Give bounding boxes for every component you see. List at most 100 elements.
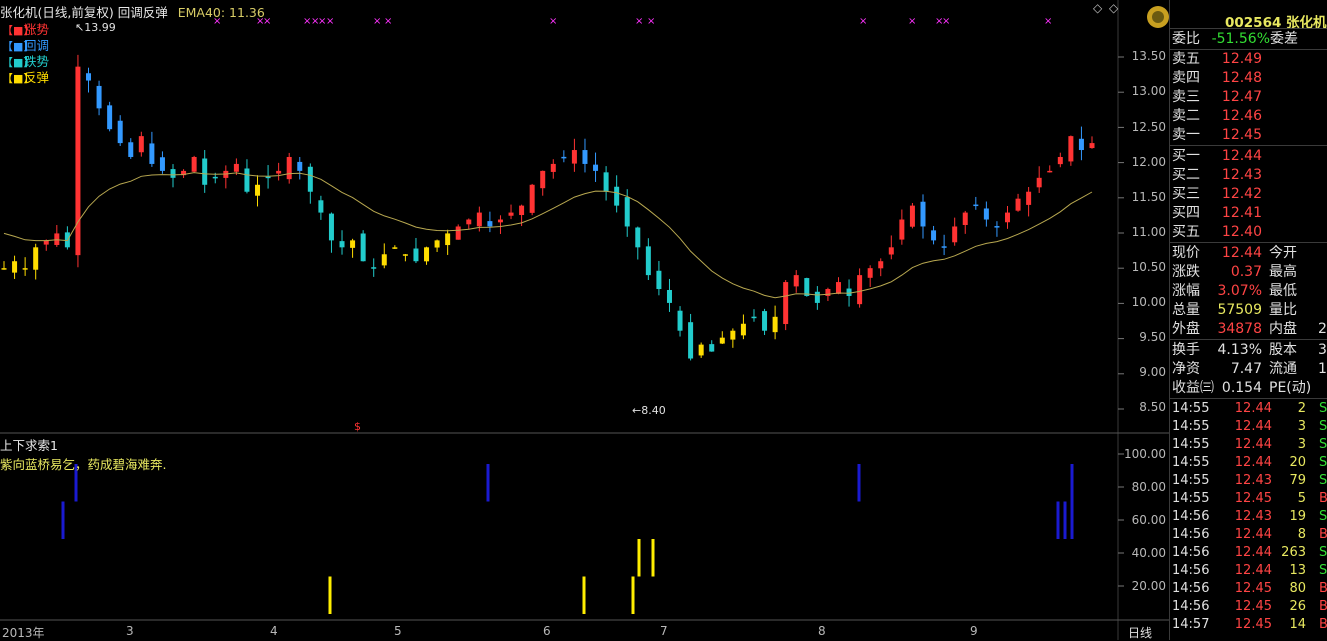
tick-row[interactable]: 14:55 12.44 20 S	[1170, 454, 1327, 472]
signal-marker: ×	[942, 16, 950, 27]
candle-body	[920, 201, 926, 227]
tick-row[interactable]: 14:56 12.44 13 S	[1170, 562, 1327, 580]
stat-label: 涨幅	[1172, 283, 1200, 299]
buy-row[interactable]: 买四 12.41	[1170, 204, 1327, 222]
candle-body	[286, 156, 292, 180]
tick-row[interactable]: 14:55 12.43 79 S	[1170, 472, 1327, 490]
buy-label: 买三	[1172, 186, 1200, 202]
stat-label: 股本	[1269, 342, 1297, 358]
tick-price: 12.44	[1234, 401, 1272, 416]
date-tick: 6	[543, 624, 551, 638]
tick-row[interactable]: 14:55 12.44 2 S	[1170, 400, 1327, 418]
date-tick: 5	[394, 624, 402, 638]
signal-marker: ×	[635, 16, 643, 27]
toolbar-left-icon[interactable]: ◇	[1093, 1, 1102, 15]
sell-row[interactable]: 卖一 12.45	[1170, 126, 1327, 144]
stat2-row: 换手 4.13% 股本 3.	[1170, 341, 1327, 359]
tick-row[interactable]: 14:55 12.44 3 S	[1170, 436, 1327, 454]
stat2-row: 净资 7.47 流通 1.	[1170, 360, 1327, 378]
stat-label: 现价	[1172, 245, 1200, 261]
date-tick: 2013年	[2, 626, 45, 640]
sell-price: 12.48	[1221, 70, 1262, 86]
quote-panel: 002564 张化机 委比 -51.56% 委差 卖五 12.49 卖四 12.48…	[1147, 0, 1327, 640]
legend-label: 回调	[24, 38, 50, 53]
tick-side: B	[1319, 599, 1327, 614]
candle-body	[952, 226, 958, 243]
yellow-signal-bar	[582, 576, 586, 614]
tick-row[interactable]: 14:56 12.45 80 B	[1170, 580, 1327, 598]
tick-side: S	[1319, 509, 1327, 524]
tick-price: 12.44	[1234, 455, 1272, 470]
tick-row[interactable]: 14:56 12.43 19 S	[1170, 508, 1327, 526]
signal-marker: ×	[647, 16, 655, 27]
indicator-tick: 80.00	[1131, 480, 1166, 494]
buy-row[interactable]: 买二 12.43	[1170, 166, 1327, 184]
tick-row[interactable]: 14:55 12.44 3 S	[1170, 418, 1327, 436]
period-tab[interactable]: 日线	[1128, 624, 1152, 641]
tick-time: 14:56	[1172, 545, 1210, 560]
tick-side: S	[1319, 455, 1327, 470]
candle-body	[265, 176, 271, 179]
candle-body	[941, 246, 947, 248]
signal-marker: ×	[384, 16, 392, 27]
legend-item-rebound[interactable]: 【■】反弹	[2, 70, 49, 86]
tick-row[interactable]: 14:57 12.45 14 B	[1170, 616, 1327, 634]
candle-body	[783, 282, 789, 325]
tick-time: 14:55	[1172, 491, 1210, 506]
tick-volume: 79	[1289, 473, 1306, 488]
buy-price: 12.43	[1221, 167, 1262, 183]
weibi-label: 委比	[1172, 31, 1200, 47]
tick-time: 14:56	[1172, 599, 1210, 614]
buy-row[interactable]: 买一 12.44	[1170, 147, 1327, 165]
buy-row[interactable]: 买五 12.40	[1170, 223, 1327, 241]
stat-row: 涨跌 0.37 最高	[1170, 263, 1327, 281]
candle-body	[909, 205, 915, 227]
candle-body	[899, 219, 905, 240]
tick-row[interactable]: 14:56 12.45 26 B	[1170, 598, 1327, 616]
candle-body	[22, 268, 28, 270]
indicator-panel-text: 紫向蓝桥易乞，药成碧海难奔.	[0, 457, 167, 472]
stat-label: 今开	[1269, 245, 1297, 261]
candle-body	[170, 169, 176, 178]
sell-row[interactable]: 卖四 12.48	[1170, 69, 1327, 87]
candle-body	[814, 291, 820, 303]
price-tick: 12.50	[1131, 120, 1166, 134]
sell-label: 卖三	[1172, 89, 1200, 105]
sell-row[interactable]: 卖五 12.49	[1170, 50, 1327, 68]
stat-label: PE(动)	[1269, 380, 1312, 396]
candle-body	[33, 247, 39, 270]
sell-row[interactable]: 卖三 12.47	[1170, 88, 1327, 106]
yellow-signal-bar	[328, 576, 332, 614]
tick-row[interactable]: 14:55 12.45 5 B	[1170, 490, 1327, 508]
tick-price: 12.45	[1234, 491, 1272, 506]
candle-body	[962, 212, 968, 225]
date-tick: 4	[270, 624, 278, 638]
tick-row[interactable]: 14:56 12.44 263 S	[1170, 544, 1327, 562]
tick-volume: 14	[1289, 617, 1306, 632]
candle-body	[307, 166, 313, 192]
date-tick: 8	[818, 624, 826, 638]
stat-value: 0.37	[1230, 264, 1262, 280]
legend-item-down[interactable]: 【■】跌势	[2, 54, 49, 70]
tick-price: 12.45	[1234, 617, 1272, 632]
legend-item-up[interactable]: 【■】涨势	[2, 22, 49, 38]
toolbar-right-icon[interactable]: ◇	[1109, 1, 1118, 15]
indicator-tick: 20.00	[1131, 579, 1166, 593]
stat-value: 2	[1318, 321, 1327, 337]
tick-side: S	[1319, 437, 1327, 452]
sell-row[interactable]: 卖二 12.46	[1170, 107, 1327, 125]
tick-row[interactable]: 14:56 12.44 8 B	[1170, 526, 1327, 544]
date-tick: 3	[126, 624, 134, 638]
weibi-row: 委比 -51.56% 委差	[1170, 30, 1327, 48]
legend-item-pullback[interactable]: 【■】回调	[2, 38, 49, 54]
tick-price: 12.43	[1234, 473, 1272, 488]
chart-canvas[interactable]: × ×× × ×× × × × × × × × × ×× ×	[0, 0, 1169, 640]
high-price-label: ↖13.99	[75, 21, 116, 34]
buy-row[interactable]: 买三 12.42	[1170, 185, 1327, 203]
candle-body	[508, 212, 514, 216]
buy-label: 买二	[1172, 167, 1200, 183]
buy-price: 12.41	[1221, 205, 1262, 221]
blue-signal-bar	[1063, 501, 1067, 539]
candle-body	[497, 219, 503, 223]
candle-body	[1026, 191, 1032, 205]
